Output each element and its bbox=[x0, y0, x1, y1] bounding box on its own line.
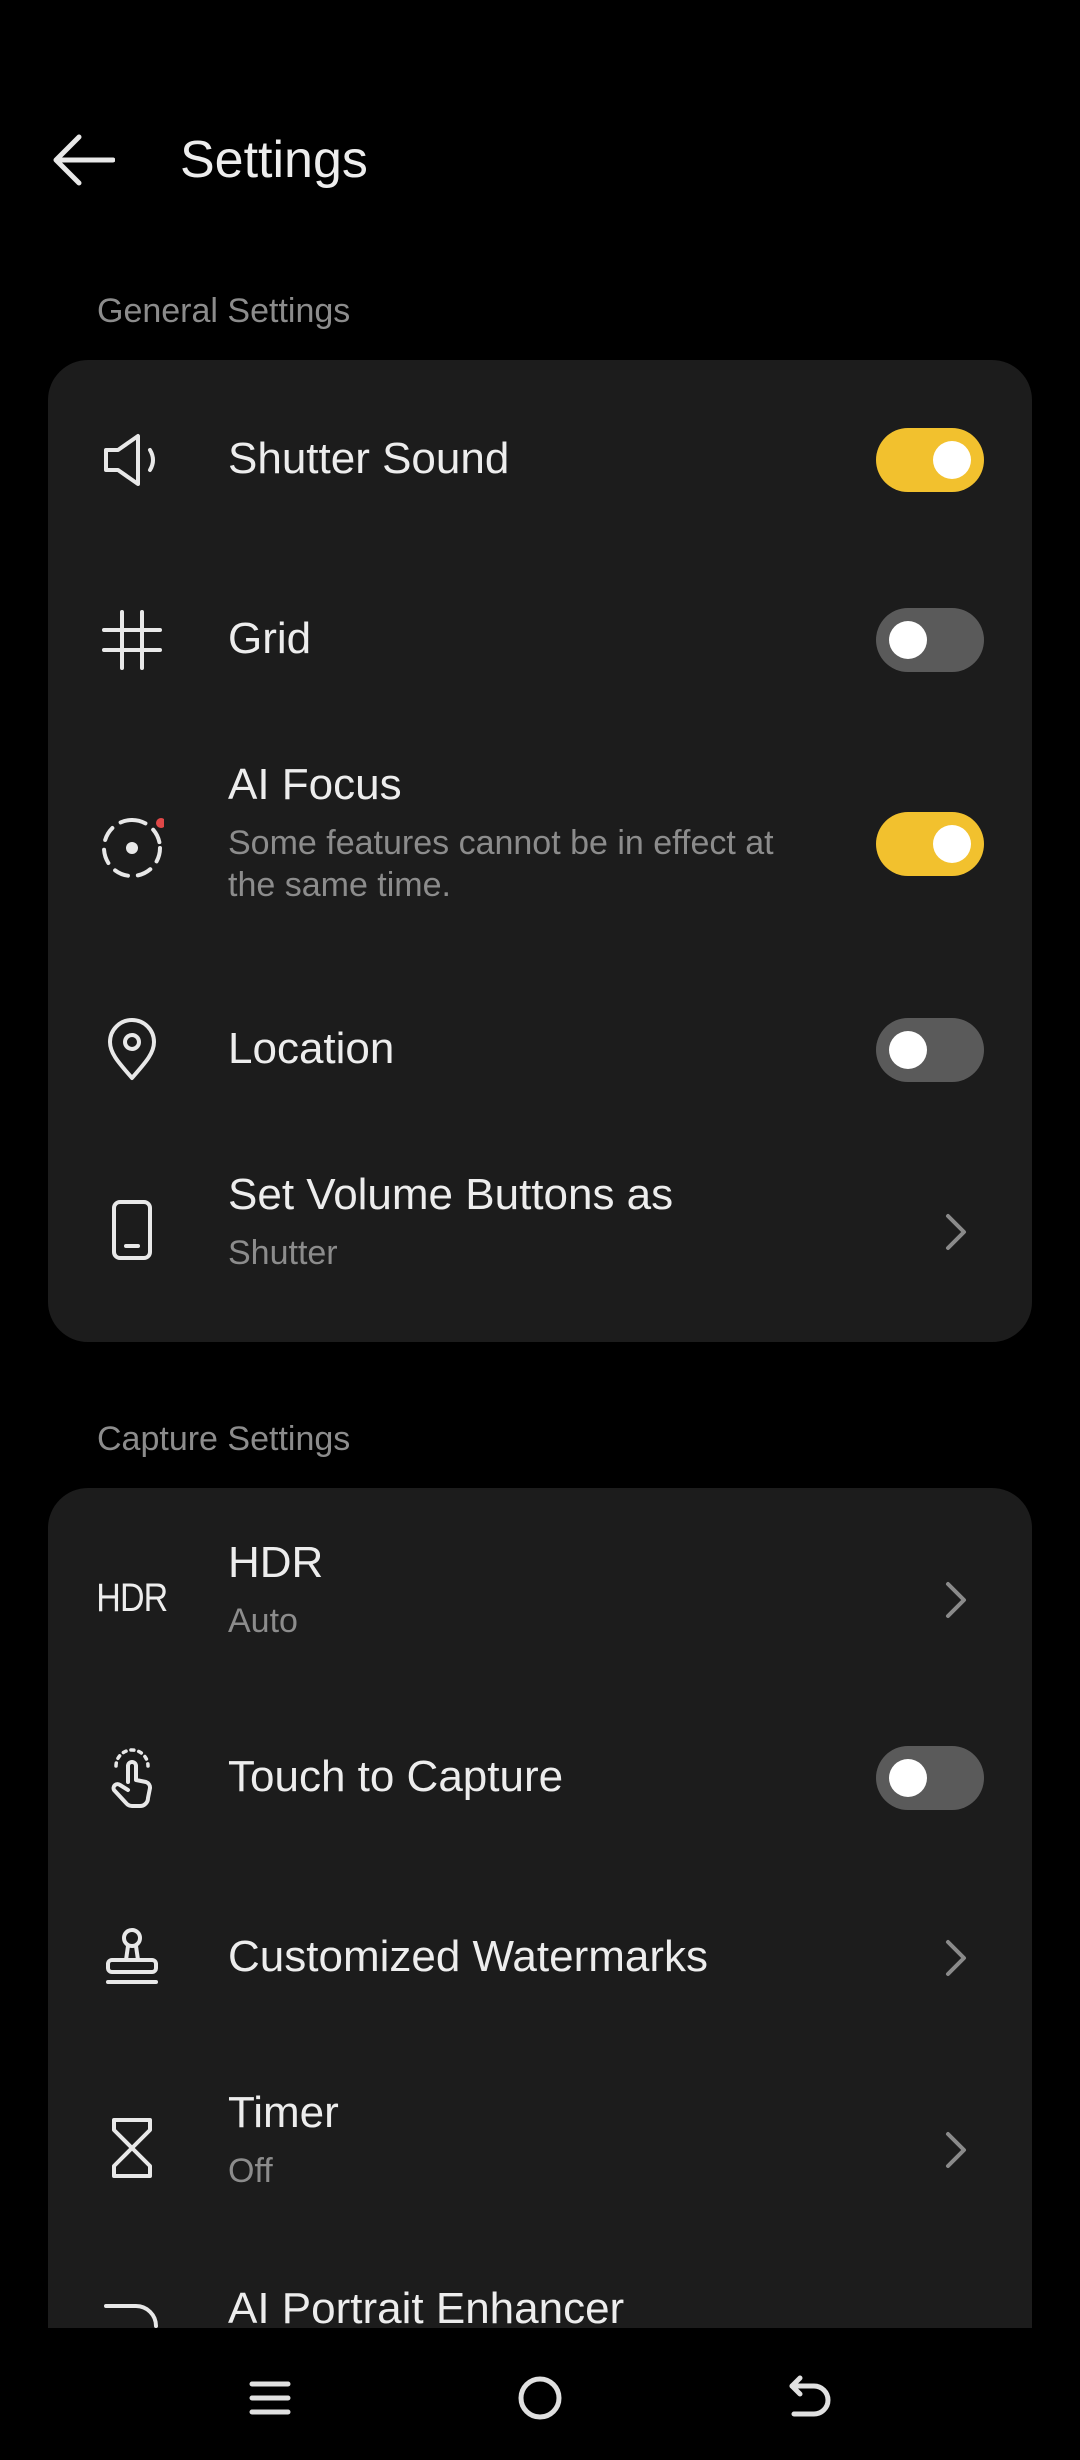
ai-focus-toggle[interactable] bbox=[876, 812, 984, 876]
ai-focus-subtitle-line2: the same time. bbox=[228, 866, 451, 904]
watermarks-label: Customized Watermarks bbox=[228, 1932, 709, 1981]
ai-focus-label: AI Focus bbox=[228, 760, 402, 809]
hdr-icon: HDR bbox=[96, 1575, 168, 1620]
touch-capture-toggle[interactable] bbox=[876, 1746, 984, 1810]
home-circle-icon bbox=[518, 2376, 562, 2420]
hdr-label: HDR bbox=[228, 1538, 324, 1587]
section-label-capture: Capture Settings bbox=[97, 1420, 351, 1458]
back-arrow-icon bbox=[789, 2375, 831, 2417]
capture-settings-card: HDR HDR Auto Touch to Capture Customized… bbox=[48, 1488, 1032, 2388]
home-button[interactable] bbox=[500, 2358, 580, 2438]
shutter-sound-label: Shutter Sound bbox=[228, 434, 510, 483]
timer-value: Off bbox=[228, 2152, 273, 2190]
menu-icon bbox=[249, 2381, 291, 2415]
shutter-sound-toggle[interactable] bbox=[876, 428, 984, 492]
touch-hand-icon bbox=[100, 1746, 164, 1810]
stamp-icon bbox=[100, 1926, 164, 1990]
watermarks-row[interactable]: Customized Watermarks bbox=[48, 1908, 1032, 2008]
shutter-sound-row[interactable]: Shutter Sound bbox=[48, 410, 1032, 510]
hdr-row[interactable]: HDR HDR Auto bbox=[48, 1538, 1032, 1658]
volume-buttons-value: Shutter bbox=[228, 1234, 338, 1272]
grid-icon bbox=[100, 608, 164, 672]
ai-focus-icon bbox=[100, 816, 164, 880]
volume-buttons-row[interactable]: Set Volume Buttons as Shutter bbox=[48, 1170, 1032, 1290]
speaker-icon bbox=[100, 428, 164, 492]
chevron-right-icon bbox=[946, 1582, 966, 1618]
grid-row[interactable]: Grid bbox=[48, 590, 1032, 690]
touch-capture-label: Touch to Capture bbox=[228, 1752, 564, 1801]
header: Settings bbox=[0, 0, 1080, 250]
chevron-right-icon bbox=[946, 1214, 966, 1250]
arrow-left-icon bbox=[53, 134, 115, 186]
timer-label: Timer bbox=[228, 2088, 339, 2137]
back-button[interactable] bbox=[38, 120, 128, 200]
page-title: Settings bbox=[180, 131, 368, 189]
location-pin-icon bbox=[100, 1018, 164, 1082]
hdr-value: Auto bbox=[228, 1602, 298, 1640]
location-toggle[interactable] bbox=[876, 1018, 984, 1082]
volume-buttons-label: Set Volume Buttons as bbox=[228, 1170, 674, 1219]
ai-focus-row[interactable]: AI Focus Some features cannot be in effe… bbox=[48, 760, 1032, 940]
portrait-enhancer-label: AI Portrait Enhancer bbox=[228, 2284, 625, 2333]
touch-capture-row[interactable]: Touch to Capture bbox=[48, 1728, 1032, 1828]
chevron-right-icon bbox=[946, 2132, 966, 2168]
back-nav-button[interactable] bbox=[770, 2358, 850, 2438]
menu-button[interactable] bbox=[230, 2358, 310, 2438]
location-label: Location bbox=[228, 1024, 395, 1073]
general-settings-card: Shutter Sound Grid AI Focus Some feature… bbox=[48, 360, 1032, 1342]
timer-row[interactable]: Timer Off bbox=[48, 2088, 1032, 2208]
phone-icon bbox=[100, 1198, 164, 1262]
chevron-right-icon bbox=[946, 1940, 966, 1976]
ai-focus-subtitle-line1: Some features cannot be in effect at bbox=[228, 824, 774, 862]
system-navigation-bar bbox=[0, 2328, 1080, 2460]
grid-toggle[interactable] bbox=[876, 608, 984, 672]
hourglass-icon bbox=[100, 2116, 164, 2180]
location-row[interactable]: Location bbox=[48, 1000, 1032, 1100]
grid-label: Grid bbox=[228, 614, 312, 663]
section-label-general: General Settings bbox=[97, 292, 351, 330]
